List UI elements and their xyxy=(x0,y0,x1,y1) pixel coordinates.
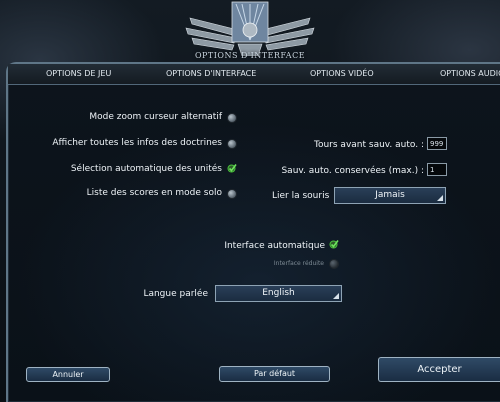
zoom-cursor-toggle[interactable] xyxy=(228,114,236,122)
autosave-kept-label: Sauv. auto. conservées (max.) : xyxy=(281,166,424,176)
auto-interface-label: Interface automatique xyxy=(224,241,325,251)
default-button[interactable]: Par défaut xyxy=(219,366,330,382)
language-value: English xyxy=(262,288,295,298)
tab-video-options[interactable]: OPTIONS VIDÉO xyxy=(310,64,374,84)
tab-interface-options[interactable]: OPTIONS D'INTERFACE xyxy=(166,64,256,84)
solo-scores-toggle[interactable] xyxy=(228,190,236,198)
tab-game-options[interactable]: OPTIONS DE JEU xyxy=(46,64,111,84)
zoom-cursor-label: Mode zoom curseur alternatif xyxy=(89,112,222,122)
autosave-kept-input[interactable]: 1 xyxy=(427,163,447,176)
reduced-interface-label: Interface réduite xyxy=(273,260,324,267)
cancel-button[interactable]: Annuler xyxy=(26,367,110,382)
language-label: Langue parlée xyxy=(143,289,208,299)
auto-interface-checkmark-icon[interactable] xyxy=(329,239,339,249)
auto-units-label: Sélection automatique des unités xyxy=(70,164,222,174)
solo-scores-label: Liste des scores en mode solo xyxy=(86,188,222,198)
dropdown-corner-icon xyxy=(437,195,443,201)
reduced-interface-toggle[interactable] xyxy=(330,260,338,268)
language-dropdown[interactable]: English xyxy=(215,285,342,302)
dropdown-corner-icon xyxy=(333,293,339,299)
mouse-lock-label: Lier la souris xyxy=(272,191,330,201)
mouse-lock-dropdown[interactable]: Jamais xyxy=(334,187,446,204)
tab-bar: OPTIONS DE JEU OPTIONS D'INTERFACE OPTIO… xyxy=(8,64,500,85)
doctrines-toggle[interactable] xyxy=(228,140,236,148)
tab-audio-options[interactable]: OPTIONS AUDIO xyxy=(440,64,500,84)
options-panel xyxy=(6,62,500,402)
auto-units-checkmark-icon[interactable] xyxy=(227,163,237,173)
art-deco-emblem-icon xyxy=(185,1,315,56)
mouse-lock-value: Jamais xyxy=(375,190,405,200)
autosave-turns-label: Tours avant sauv. auto. : xyxy=(314,140,424,150)
doctrines-label: Afficher toutes les infos des doctrines xyxy=(52,138,222,148)
autosave-turns-input[interactable]: 999 xyxy=(427,137,447,150)
accept-button[interactable]: Accepter xyxy=(378,357,500,382)
window-title: OPTIONS D'INTERFACE xyxy=(194,51,306,60)
